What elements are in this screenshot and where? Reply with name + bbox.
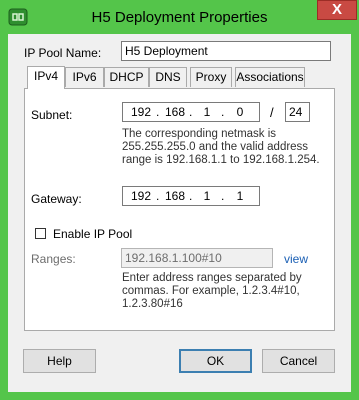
subnet-octet-4[interactable]: 0 — [228, 104, 252, 120]
ip-pool-name-input[interactable]: H5 Deployment — [121, 41, 331, 61]
tab-associations[interactable]: Associations — [235, 67, 305, 87]
subnet-octet-1[interactable]: 192 — [129, 104, 153, 120]
prefix-length-input[interactable]: 24 — [285, 102, 310, 122]
tab-dhcp[interactable]: DHCP — [104, 67, 149, 87]
ranges-label: Ranges: — [31, 252, 76, 266]
enable-ip-pool-checkbox[interactable] — [35, 228, 46, 239]
view-link[interactable]: view — [284, 252, 308, 266]
gateway-octet-2[interactable]: 168 — [163, 188, 187, 204]
gateway-octet-4[interactable]: 1 — [228, 188, 252, 204]
ok-button[interactable]: OK — [179, 349, 252, 373]
subnet-ip-input[interactable]: 192 . 168 . 1 . 0 — [122, 102, 260, 122]
dialog-window: H5 Deployment Properties X IP Pool Name:… — [0, 0, 359, 400]
subnet-octet-2[interactable]: 168 — [163, 104, 187, 120]
help-button[interactable]: Help — [23, 349, 96, 373]
ranges-input[interactable]: 192.168.1.100#10 — [121, 248, 273, 268]
gateway-label: Gateway: — [31, 192, 82, 206]
ip-dot: . — [156, 105, 160, 119]
gateway-octet-1[interactable]: 192 — [129, 188, 153, 204]
tab-proxy[interactable]: Proxy — [190, 67, 232, 87]
gateway-ip-input[interactable]: 192 . 168 . 1 . 1 — [122, 186, 260, 206]
ip-dot: . — [189, 189, 193, 203]
tab-ipv4[interactable]: IPv4 — [27, 66, 65, 89]
subnet-label: Subnet: — [31, 108, 73, 122]
ranges-help-text: Enter address ranges separated by commas… — [122, 272, 302, 310]
tab-ipv6[interactable]: IPv6 — [65, 67, 104, 87]
close-button[interactable]: X — [317, 0, 357, 20]
ip-dot: . — [156, 189, 160, 203]
subnet-octet-3[interactable]: 1 — [195, 104, 219, 120]
window-title: H5 Deployment Properties — [91, 9, 268, 26]
cancel-button[interactable]: Cancel — [262, 349, 335, 373]
gateway-octet-3[interactable]: 1 — [195, 188, 219, 204]
title-bar[interactable]: H5 Deployment Properties X — [0, 0, 359, 34]
enable-ip-pool-label[interactable]: Enable IP Pool — [53, 227, 132, 241]
ip-dot: . — [189, 105, 193, 119]
subnet-info-text: The corresponding netmask is 255.255.255… — [122, 128, 320, 166]
tab-dns[interactable]: DNS — [149, 67, 187, 87]
ip-dot: . — [221, 105, 225, 119]
ip-pool-name-label: IP Pool Name: — [24, 46, 102, 60]
ip-dot: . — [221, 189, 225, 203]
prefix-separator: / — [270, 105, 274, 120]
